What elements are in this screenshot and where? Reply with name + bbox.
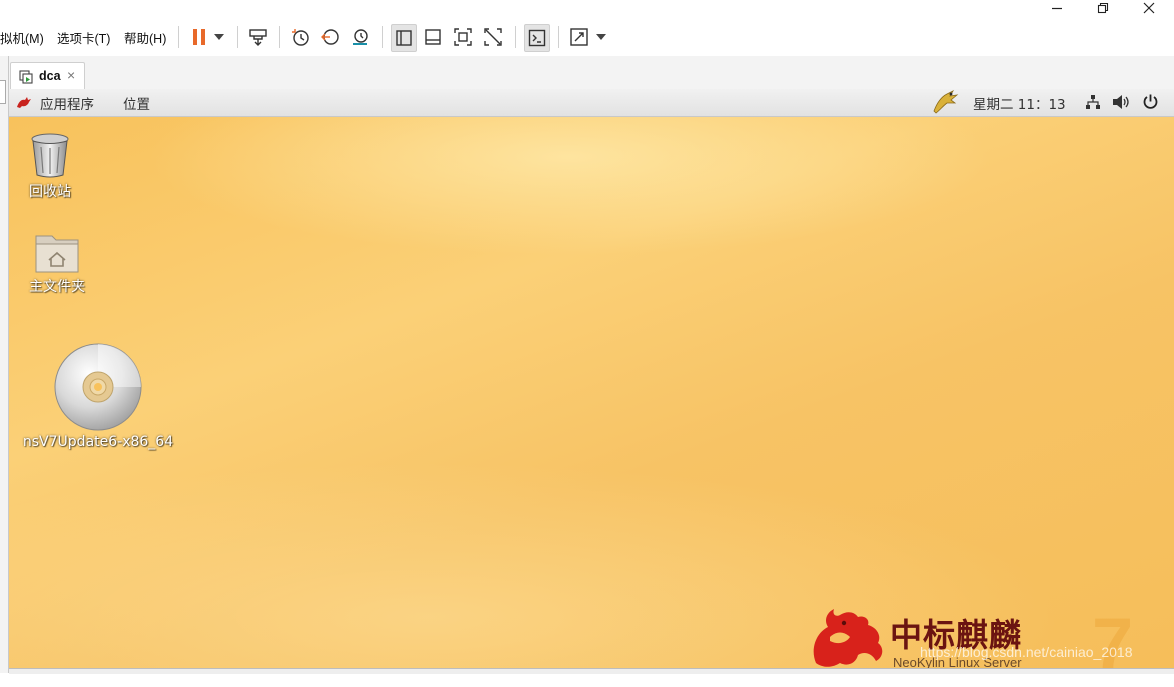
guest-desktop[interactable] <box>9 117 1174 668</box>
tab-close-button[interactable]: × <box>67 67 75 83</box>
menu-help[interactable]: 帮助(H) <box>124 28 166 47</box>
desktop-icon-trash[interactable]: 回收站 <box>20 133 80 201</box>
disc-label: nsV7Update6-x86_64 <box>22 434 174 450</box>
guest-top-panel: 应用程序 位置 星期二 11：13 <box>9 89 1174 117</box>
stretch-icon <box>570 28 588 46</box>
toolbar-separator <box>515 26 516 48</box>
unity-button[interactable] <box>481 25 505 49</box>
library-view-button[interactable] <box>391 24 417 52</box>
desktop-icon-home[interactable]: 主文件夹 <box>22 230 92 296</box>
menu-applications[interactable]: 应用程序 <box>40 93 94 113</box>
library-panel-edge[interactable] <box>0 56 9 673</box>
toolbar-separator <box>382 26 383 48</box>
full-screen-icon <box>454 28 472 46</box>
home-folder-icon <box>35 235 79 273</box>
menu-tabs[interactable]: 选项卡(T) <box>57 28 110 47</box>
kylin-menu-icon[interactable] <box>16 95 32 109</box>
send-ctrl-alt-del-button[interactable] <box>246 25 270 49</box>
thumbnail-bar-icon <box>425 29 441 45</box>
console-view-icon <box>528 29 546 47</box>
snapshot-manager-icon <box>353 29 368 45</box>
vm-tab-strip <box>0 56 1174 89</box>
desktop-icon-disc[interactable]: nsV7Update6-x86_64 <box>23 342 173 450</box>
trash-label: 回收站 <box>29 184 71 200</box>
vmware-toolbar: 拟机(M) 选项卡(T) 帮助(H) <box>0 0 1174 57</box>
menu-places[interactable]: 位置 <box>123 93 150 113</box>
unity-icon <box>484 28 502 46</box>
network-icon[interactable] <box>1085 94 1101 110</box>
menu-vm[interactable]: 拟机(M) <box>0 28 44 47</box>
tab-title: dca <box>39 69 61 83</box>
vm-icon <box>19 70 33 84</box>
toolbar-separator <box>237 26 238 48</box>
minimize-button[interactable] <box>1042 0 1072 16</box>
chevron-down-icon <box>214 34 224 40</box>
disc-icon <box>54 343 142 431</box>
snapshot-button[interactable] <box>288 25 312 49</box>
toolbar-separator <box>178 26 179 48</box>
restore-button[interactable] <box>1088 0 1118 16</box>
power-icon[interactable] <box>1142 93 1159 110</box>
console-view-button[interactable] <box>524 24 550 52</box>
library-view-icon <box>396 30 412 46</box>
kylin-logo <box>813 609 883 667</box>
home-label: 主文件夹 <box>29 279 85 295</box>
revert-snapshot-icon <box>321 29 339 45</box>
close-icon <box>1143 2 1155 14</box>
snapshot-manager-button[interactable] <box>348 25 372 49</box>
revert-snapshot-button[interactable] <box>318 25 342 49</box>
vm-bottom-edge <box>9 668 1174 674</box>
restore-icon <box>1097 2 1109 14</box>
pause-dropdown[interactable] <box>208 25 230 49</box>
tab-dca[interactable]: dca × <box>10 62 85 90</box>
watermark-text: https://blog.csdn.net/cainiao_2018 <box>920 644 1133 660</box>
minimize-icon <box>1052 7 1062 10</box>
toolbar-separator <box>558 26 559 48</box>
send-ctrl-alt-del-icon <box>249 29 267 46</box>
thumbnail-bar-button[interactable] <box>421 25 445 49</box>
stretch-dropdown[interactable] <box>590 25 612 49</box>
full-screen-button[interactable] <box>451 25 475 49</box>
volume-icon[interactable] <box>1112 94 1130 110</box>
panel-clock[interactable]: 星期二 11：13 <box>973 93 1066 113</box>
close-window-button[interactable] <box>1134 0 1164 16</box>
chevron-down-icon <box>596 34 606 40</box>
panel-grip[interactable] <box>0 80 6 104</box>
pause-icon <box>193 29 205 45</box>
stretch-button[interactable] <box>567 25 591 49</box>
toolbar-separator <box>279 26 280 48</box>
snapshot-icon <box>292 29 309 46</box>
weather-icon[interactable] <box>931 89 959 115</box>
trash-icon <box>31 133 69 178</box>
